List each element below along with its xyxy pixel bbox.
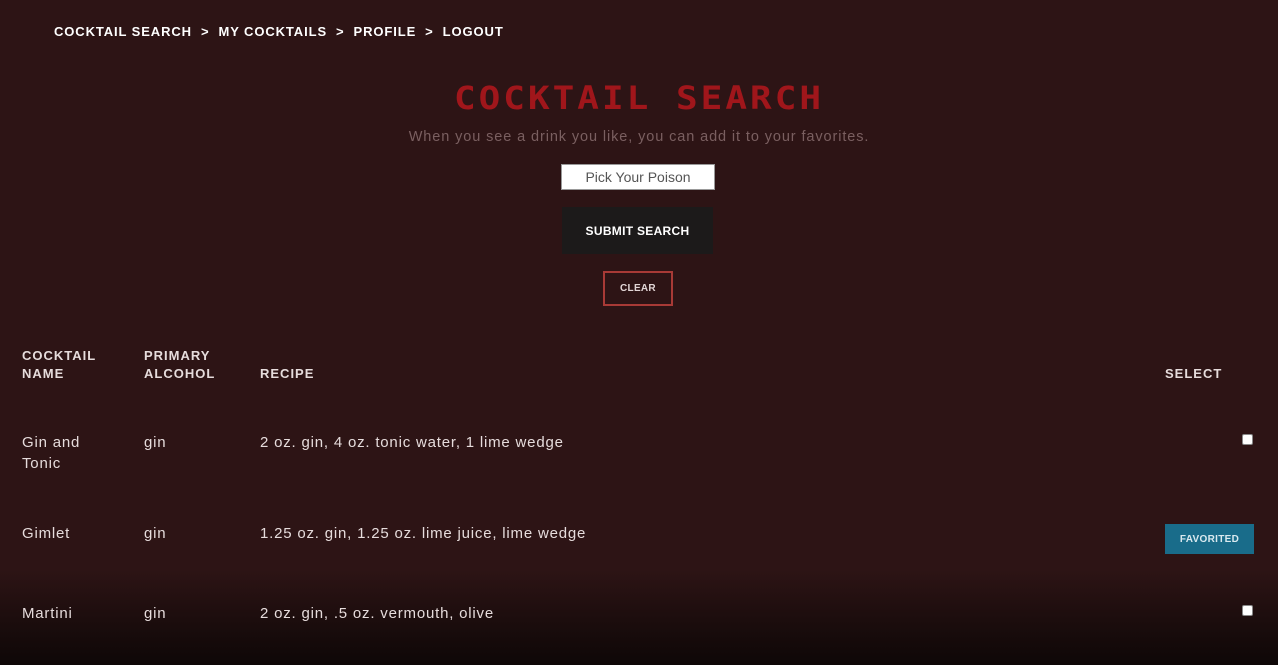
cocktail-name-line: Tonic — [22, 455, 62, 472]
column-header-select: SELECT — [1165, 366, 1223, 381]
clear-button[interactable]: CLEAR — [603, 271, 673, 306]
cocktail-name: Martini — [22, 603, 73, 624]
submit-search-button[interactable]: SUBMIT SEARCH — [562, 207, 713, 254]
primary-alcohol: gin — [144, 434, 167, 451]
breadcrumb: COCKTAIL SEARCH > MY COCKTAILS > PROFILE… — [54, 24, 504, 39]
cocktail-name-line: Gimlet — [22, 525, 71, 542]
nav-my-cocktails[interactable]: MY COCKTAILS — [218, 24, 327, 39]
column-header-recipe: RECIPE — [260, 366, 315, 381]
nav-cocktail-search[interactable]: COCKTAIL SEARCH — [54, 24, 192, 39]
primary-alcohol: gin — [144, 525, 167, 542]
select-checkbox[interactable] — [1242, 605, 1253, 616]
favorited-button[interactable]: FAVORITED — [1165, 524, 1254, 554]
recipe: 2 oz. gin, .5 oz. vermouth, olive — [260, 605, 495, 622]
select-checkbox[interactable] — [1242, 434, 1253, 445]
search-input[interactable] — [561, 164, 715, 190]
column-header-primary-alcohol: PRIMARY ALCOHOL — [144, 347, 215, 383]
nav-logout[interactable]: LOGOUT — [443, 24, 504, 39]
nav-separator: > — [336, 24, 345, 39]
page-title: COCKTAIL SEARCH — [453, 80, 825, 117]
cocktail-name-line: Martini — [22, 605, 73, 622]
nav-separator: > — [425, 24, 434, 39]
cocktail-name: Gimlet — [22, 523, 70, 544]
nav-profile[interactable]: PROFILE — [354, 24, 417, 39]
column-header-line: COCKTAIL — [22, 348, 97, 363]
primary-alcohol: gin — [144, 605, 167, 622]
cocktail-name: Gin and Tonic — [22, 432, 80, 474]
nav-separator: > — [200, 24, 210, 39]
page-subtitle: When you see a drink you like, you can a… — [408, 129, 870, 145]
cocktail-name-line: Gin and — [22, 434, 81, 451]
column-header-line: NAME — [22, 366, 65, 381]
recipe: 2 oz. gin, 4 oz. tonic water, 1 lime wed… — [260, 434, 564, 451]
column-header-line: ALCOHOL — [144, 366, 216, 381]
column-header-line: PRIMARY — [144, 348, 211, 363]
column-header-cocktail-name: COCKTAIL NAME — [22, 347, 96, 383]
recipe: 1.25 oz. gin, 1.25 oz. lime juice, lime … — [260, 525, 587, 542]
